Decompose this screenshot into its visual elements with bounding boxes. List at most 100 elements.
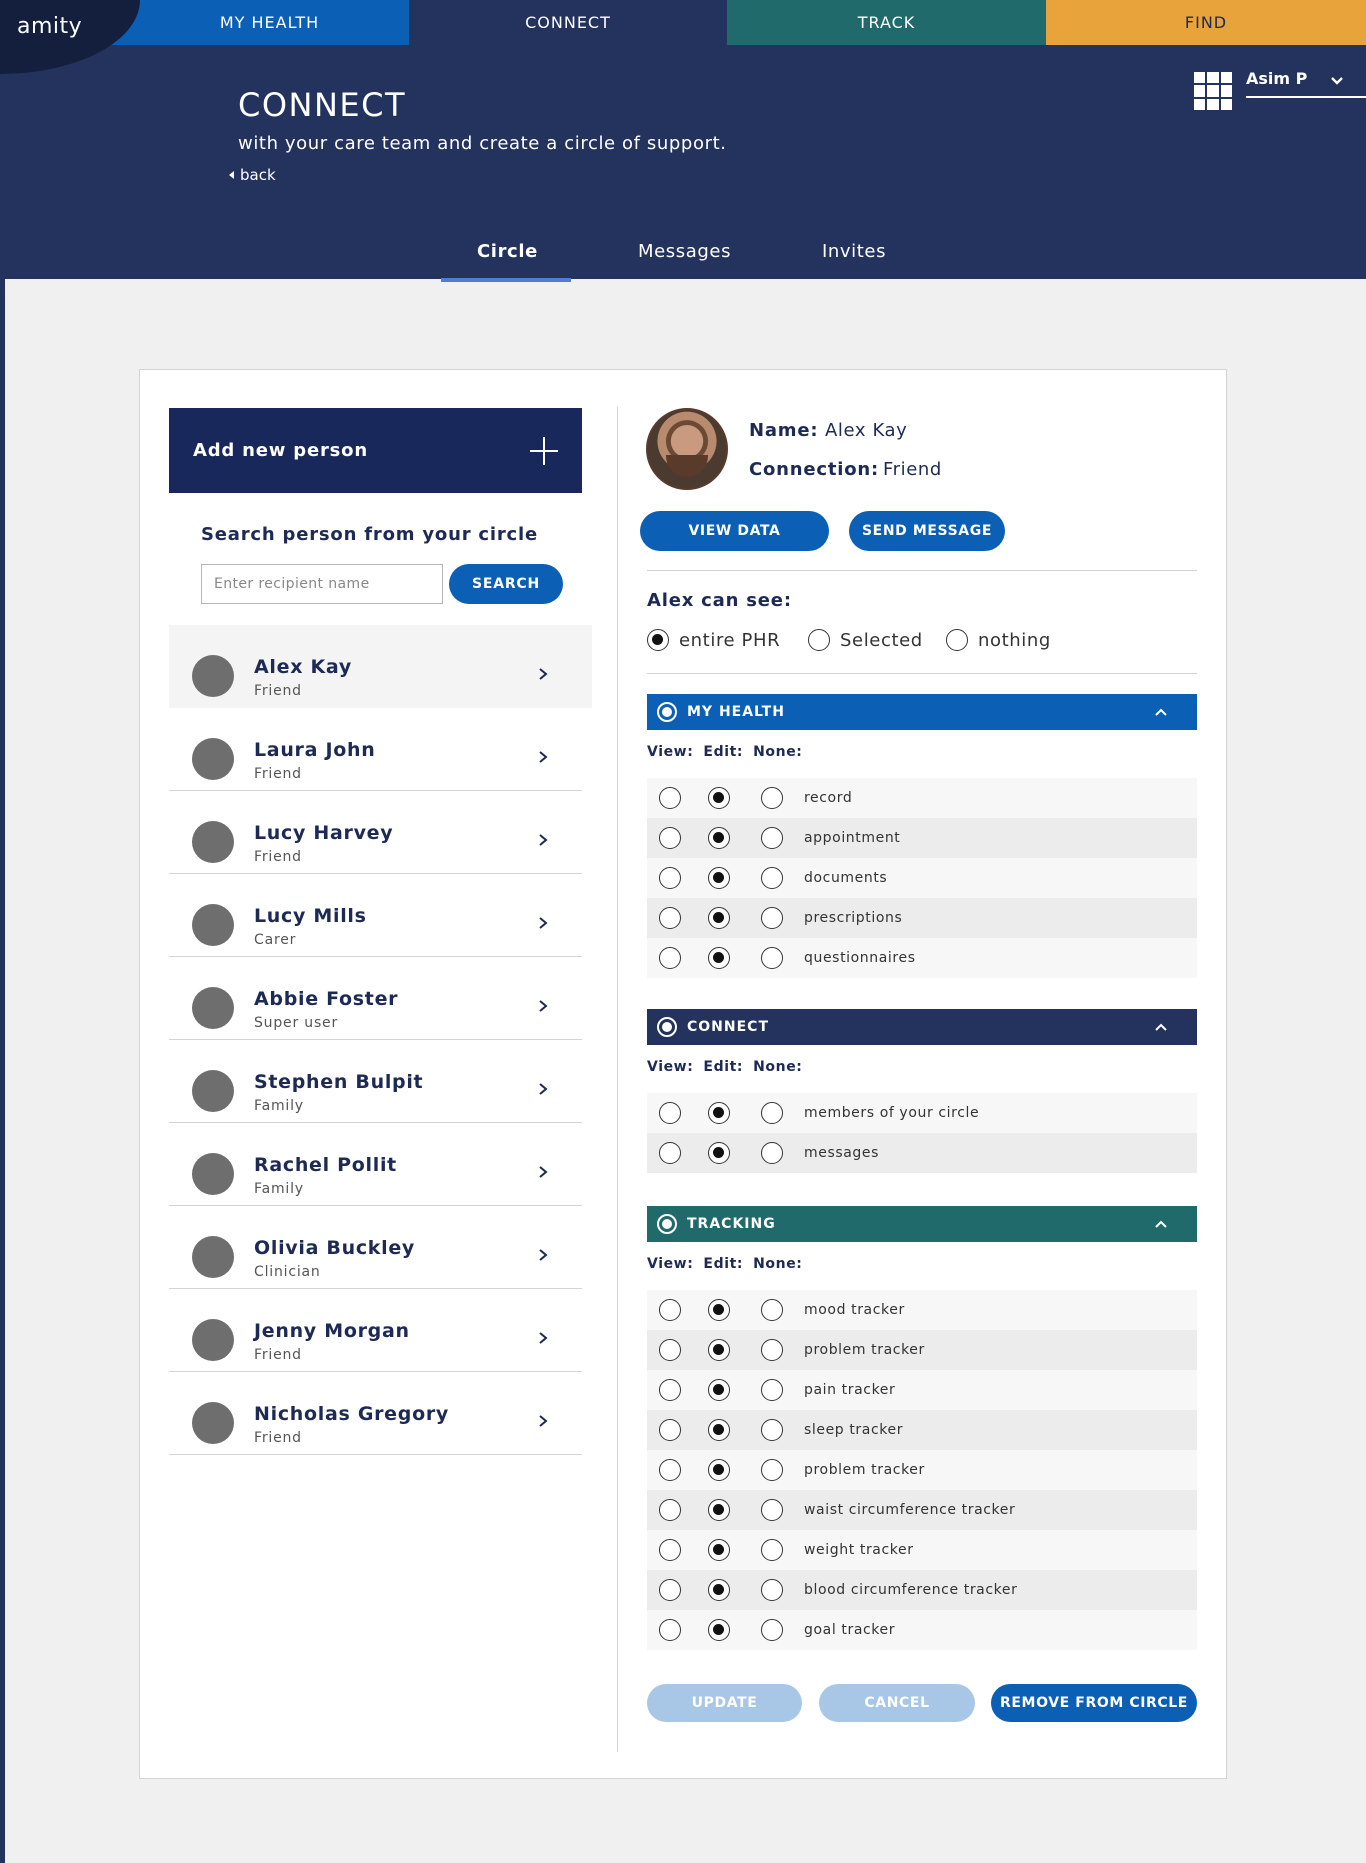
list-item-person[interactable]: Abbie Foster Super user <box>169 957 582 1040</box>
chevron-right-icon <box>539 1083 548 1095</box>
radio-none[interactable] <box>761 1379 783 1401</box>
access-nothing-option[interactable]: nothing <box>946 629 1051 651</box>
update-button[interactable]: UPDATE <box>647 1684 802 1722</box>
profile-photo <box>646 408 728 490</box>
radio-none[interactable] <box>761 827 783 849</box>
list-item-person[interactable]: Rachel Pollit Family <box>169 1123 582 1206</box>
radio-edit[interactable] <box>708 1419 730 1441</box>
radio-none[interactable] <box>761 1459 783 1481</box>
section-header-tracking[interactable]: TRACKING <box>647 1206 1197 1242</box>
person-role: Friend <box>254 849 302 865</box>
radio-none[interactable] <box>761 1619 783 1641</box>
permission-row: blood circumference tracker <box>647 1570 1197 1610</box>
radio-edit[interactable] <box>708 1579 730 1601</box>
radio-entire-phr[interactable] <box>647 629 669 651</box>
list-item-person[interactable]: Olivia Buckley Clinician <box>169 1206 582 1289</box>
radio-view[interactable] <box>659 907 681 929</box>
radio-view[interactable] <box>659 1499 681 1521</box>
section-header-connect[interactable]: CONNECT <box>647 1009 1197 1045</box>
list-item-person[interactable]: Stephen Bulpit Family <box>169 1040 582 1123</box>
radio-edit[interactable] <box>708 1142 730 1164</box>
access-selected-option[interactable]: Selected <box>808 629 923 651</box>
remove-from-circle-button[interactable]: REMOVE FROM CIRCLE <box>991 1684 1197 1722</box>
radio-nothing[interactable] <box>946 629 968 651</box>
radio-edit[interactable] <box>708 787 730 809</box>
radio-edit[interactable] <box>708 1102 730 1124</box>
radio-section-tracking[interactable] <box>657 1214 677 1234</box>
radio-edit[interactable] <box>708 1459 730 1481</box>
chevron-up-icon[interactable] <box>1153 1021 1169 1033</box>
chevron-up-icon[interactable] <box>1153 706 1169 718</box>
radio-view[interactable] <box>659 947 681 969</box>
radio-edit[interactable] <box>708 1539 730 1561</box>
radio-edit[interactable] <box>708 1379 730 1401</box>
radio-none[interactable] <box>761 1142 783 1164</box>
radio-selected[interactable] <box>808 629 830 651</box>
radio-edit[interactable] <box>708 1339 730 1361</box>
tab-invites[interactable]: Invites <box>822 241 886 262</box>
radio-section-connect[interactable] <box>657 1017 677 1037</box>
access-entire-phr-option[interactable]: entire PHR <box>647 629 780 651</box>
radio-section-my-health[interactable] <box>657 702 677 722</box>
tab-circle[interactable]: Circle <box>477 241 538 262</box>
nav-track[interactable]: TRACK <box>727 0 1046 45</box>
radio-view[interactable] <box>659 1459 681 1481</box>
radio-view[interactable] <box>659 1379 681 1401</box>
radio-none[interactable] <box>761 907 783 929</box>
radio-view[interactable] <box>659 1419 681 1441</box>
radio-view[interactable] <box>659 1579 681 1601</box>
logo[interactable]: amity <box>17 14 82 39</box>
view-data-button[interactable]: VIEW DATA <box>640 511 829 551</box>
send-message-button[interactable]: SEND MESSAGE <box>849 511 1005 551</box>
grid-icon[interactable] <box>1194 72 1232 110</box>
radio-none[interactable] <box>761 947 783 969</box>
list-item-person[interactable]: Laura John Friend <box>169 708 582 791</box>
radio-none[interactable] <box>761 1419 783 1441</box>
radio-edit[interactable] <box>708 1499 730 1521</box>
radio-edit[interactable] <box>708 827 730 849</box>
radio-none[interactable] <box>761 1539 783 1561</box>
radio-none[interactable] <box>761 1102 783 1124</box>
radio-edit[interactable] <box>708 947 730 969</box>
radio-view[interactable] <box>659 1539 681 1561</box>
radio-view[interactable] <box>659 867 681 889</box>
list-item-person[interactable]: Jenny Morgan Friend <box>169 1289 582 1372</box>
radio-edit[interactable] <box>708 1619 730 1641</box>
chevron-up-icon[interactable] <box>1153 1218 1169 1230</box>
search-button[interactable]: SEARCH <box>449 564 563 604</box>
radio-view[interactable] <box>659 787 681 809</box>
radio-none[interactable] <box>761 1499 783 1521</box>
user-name[interactable]: Asim P <box>1246 69 1307 88</box>
cancel-button[interactable]: CANCEL <box>819 1684 975 1722</box>
chevron-down-icon[interactable] <box>1328 72 1346 90</box>
back-link[interactable]: back <box>228 166 276 184</box>
list-item-person[interactable]: Lucy Harvey Friend <box>169 791 582 874</box>
radio-view[interactable] <box>659 1299 681 1321</box>
permission-label: pain tracker <box>804 1382 896 1398</box>
radio-edit[interactable] <box>708 907 730 929</box>
radio-edit[interactable] <box>708 867 730 889</box>
radio-edit[interactable] <box>708 1299 730 1321</box>
radio-none[interactable] <box>761 1579 783 1601</box>
nav-find[interactable]: FIND <box>1046 0 1366 45</box>
permission-row: problem tracker <box>647 1330 1197 1370</box>
radio-view[interactable] <box>659 1142 681 1164</box>
radio-view[interactable] <box>659 1102 681 1124</box>
radio-none[interactable] <box>761 1339 783 1361</box>
avatar <box>192 1070 234 1112</box>
radio-none[interactable] <box>761 867 783 889</box>
section-header-my-health[interactable]: MY HEALTH <box>647 694 1197 730</box>
radio-none[interactable] <box>761 787 783 809</box>
tab-messages[interactable]: Messages <box>638 241 731 262</box>
permission-label: prescriptions <box>804 910 903 926</box>
nav-connect[interactable]: CONNECT <box>409 0 727 45</box>
radio-view[interactable] <box>659 827 681 849</box>
radio-none[interactable] <box>761 1299 783 1321</box>
radio-view[interactable] <box>659 1339 681 1361</box>
radio-view[interactable] <box>659 1619 681 1641</box>
list-item-person[interactable]: Lucy Mills Carer <box>169 874 582 957</box>
list-item-person[interactable]: Alex Kay Friend <box>169 625 592 708</box>
list-item-person[interactable]: Nicholas Gregory Friend <box>169 1372 582 1455</box>
recipient-search-input[interactable] <box>201 564 443 604</box>
add-new-person-button[interactable]: Add new person <box>169 408 582 493</box>
